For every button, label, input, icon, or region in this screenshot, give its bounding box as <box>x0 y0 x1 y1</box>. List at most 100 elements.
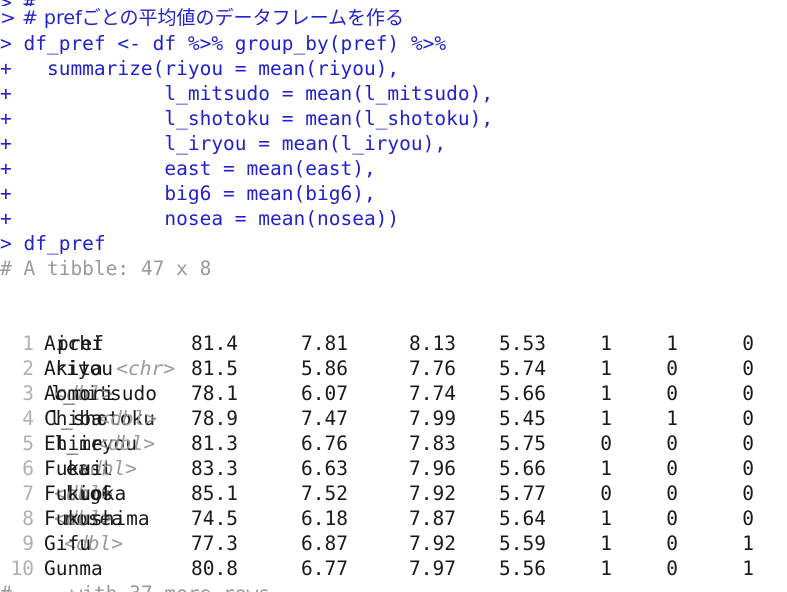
table-cell-rownum: 1 <box>22 332 34 355</box>
table-cell-nosea: 0 <box>742 432 754 455</box>
table-cell-rownum: 4 <box>22 407 34 430</box>
table-cell-nosea: 1 <box>742 557 754 580</box>
table-row: 8 Fukushima 74.5 6.18 7.87 5.64 1 0 0 <box>0 506 787 531</box>
table-row: 6 Fukui 83.3 6.63 7.96 5.66 1 0 0 <box>0 456 787 481</box>
table-cell-east: 1 <box>600 532 612 555</box>
table-cell-l-shotoku: 7.97 <box>409 557 456 580</box>
table-cell-pref: Aomori <box>44 382 115 405</box>
table-cell-riyou: 78.9 <box>191 407 238 430</box>
console-input-line-10: > df_pref <box>0 232 106 255</box>
table-cell-east: 1 <box>600 557 612 580</box>
table-cell-big6: 1 <box>666 407 678 430</box>
table-cell-big6: 0 <box>666 557 678 580</box>
table-cell-l-mitsudo: 6.77 <box>301 557 348 580</box>
table-cell-pref: Gifu <box>44 532 91 555</box>
table-header-row: pref riyou l_mitsudo l_shotoku l_iryou e… <box>0 281 787 530</box>
table-cell-rownum: 8 <box>22 507 34 530</box>
table-cell-riyou: 83.3 <box>191 457 238 480</box>
table-cell-big6: 1 <box>666 332 678 355</box>
table-cell-nosea: 1 <box>742 532 754 555</box>
console-input-line-6: + l_iryou = mean(l_iryou), <box>0 132 447 155</box>
table-cell-pref: Fukui <box>44 457 103 480</box>
table-row: 10 Gunma 80.8 6.77 7.97 5.56 1 0 1 <box>0 556 787 581</box>
table-cell-l-iryou: 5.53 <box>499 332 546 355</box>
table-cell-pref: Fukuoka <box>44 482 127 505</box>
table-cell-rownum: 7 <box>22 482 34 505</box>
console-input-line-9: + nosea = mean(nosea)) <box>0 207 400 230</box>
table-cell-riyou: 78.1 <box>191 382 238 405</box>
table-row: 9 Gifu 77.3 6.87 7.92 5.59 1 0 1 <box>0 531 787 556</box>
table-cell-pref: Chiba <box>44 407 103 430</box>
table-cell-l-shotoku: 7.74 <box>409 382 456 405</box>
table-cell-east: 1 <box>600 332 612 355</box>
table-type-row: <chr> <dbl> <dbl> <dbl> <dbl> <dbl> <dbl… <box>0 306 787 555</box>
console-input-line-4: + l_mitsudo = mean(l_mitsudo), <box>0 82 494 105</box>
table-cell-big6: 0 <box>666 457 678 480</box>
table-cell-riyou: 77.3 <box>191 532 238 555</box>
table-cell-nosea: 0 <box>742 507 754 530</box>
table-cell-big6: 0 <box>666 432 678 455</box>
table-cell-rownum: 6 <box>22 457 34 480</box>
table-cell-east: 1 <box>600 457 612 480</box>
table-cell-rownum: 9 <box>22 532 34 555</box>
table-cell-l-iryou: 5.66 <box>499 382 546 405</box>
table-cell-l-iryou: 5.59 <box>499 532 546 555</box>
console-input-line-7: + east = mean(east), <box>0 157 376 180</box>
table-cell-east: 1 <box>600 507 612 530</box>
table-cell-east: 0 <box>600 482 612 505</box>
table-cell-rownum: 5 <box>22 432 34 455</box>
table-cell-nosea: 0 <box>742 407 754 430</box>
table-cell-l-mitsudo: 6.07 <box>301 382 348 405</box>
table-cell-l-shotoku: 7.92 <box>409 532 456 555</box>
table-cell-l-mitsudo: 6.87 <box>301 532 348 555</box>
table-row: 7 Fukuoka 85.1 7.52 7.92 5.77 0 0 0 <box>0 481 787 506</box>
table-cell-riyou: 85.1 <box>191 482 238 505</box>
table-cell-l-shotoku: 7.92 <box>409 482 456 505</box>
table-cell-pref: Ehime <box>44 432 103 455</box>
table-cell-big6: 0 <box>666 507 678 530</box>
table-row: 1 Aichi 81.4 7.81 8.13 5.53 1 1 0 <box>0 331 787 356</box>
table-cell-l-shotoku: 7.99 <box>409 407 456 430</box>
table-cell-east: 1 <box>600 382 612 405</box>
table-cell-nosea: 0 <box>742 457 754 480</box>
table-cell-east: 0 <box>600 432 612 455</box>
table-row: 3 Aomori 78.1 6.07 7.74 5.66 1 0 0 <box>0 381 787 406</box>
table-cell-riyou: 81.4 <box>191 332 238 355</box>
table-row: 4 Chiba 78.9 7.47 7.99 5.45 1 1 0 <box>0 406 787 431</box>
table-cell-nosea: 0 <box>742 482 754 505</box>
table-cell-l-shotoku: 7.76 <box>409 357 456 380</box>
table-cell-nosea: 0 <box>742 332 754 355</box>
table-cell-big6: 0 <box>666 382 678 405</box>
console-input-line-1: > # prefごとの平均値のデータフレームを作る <box>0 7 404 29</box>
table-cell-l-iryou: 5.64 <box>499 507 546 530</box>
table-cell-pref: Fukushima <box>44 507 150 530</box>
table-row: 2 Akita 81.5 5.86 7.76 5.74 1 0 0 <box>0 356 787 381</box>
table-cell-nosea: 0 <box>742 382 754 405</box>
table-cell-l-mitsudo: 6.18 <box>301 507 348 530</box>
table-cell-riyou: 81.5 <box>191 357 238 380</box>
table-row: 5 Ehime 81.3 6.76 7.83 5.75 0 0 0 <box>0 431 787 456</box>
table-cell-l-iryou: 5.74 <box>499 357 546 380</box>
table-cell-l-iryou: 5.77 <box>499 482 546 505</box>
table-cell-l-mitsudo: 5.86 <box>301 357 348 380</box>
table-cell-rownum: 2 <box>22 357 34 380</box>
table-cell-l-mitsudo: 7.81 <box>301 332 348 355</box>
tibble-more-rows-footer: # ... with 37 more rows <box>0 581 787 592</box>
table-cell-rownum: 10 <box>10 557 34 580</box>
table-cell-pref: Aichi <box>44 332 103 355</box>
table-cell-riyou: 80.8 <box>191 557 238 580</box>
console-input-line-8: + big6 = mean(big6), <box>0 182 376 205</box>
tibble-dimensions-label: # A tibble: 47 x 8 <box>0 257 212 280</box>
table-cell-l-iryou: 5.66 <box>499 457 546 480</box>
console-input-line-3: + summarize(riyou = mean(riyou), <box>0 57 400 80</box>
table-cell-l-shotoku: 8.13 <box>409 332 456 355</box>
table-cell-east: 1 <box>600 357 612 380</box>
table-cell-l-mitsudo: 7.52 <box>301 482 348 505</box>
table-cell-east: 1 <box>600 407 612 430</box>
table-cell-riyou: 74.5 <box>191 507 238 530</box>
table-cell-l-mitsudo: 6.76 <box>301 432 348 455</box>
table-cell-l-mitsudo: 6.63 <box>301 457 348 480</box>
table-cell-l-iryou: 5.45 <box>499 407 546 430</box>
table-cell-l-shotoku: 7.87 <box>409 507 456 530</box>
r-console-output[interactable]: > # > # prefごとの平均値のデータフレームを作る > df_pref … <box>0 0 787 592</box>
